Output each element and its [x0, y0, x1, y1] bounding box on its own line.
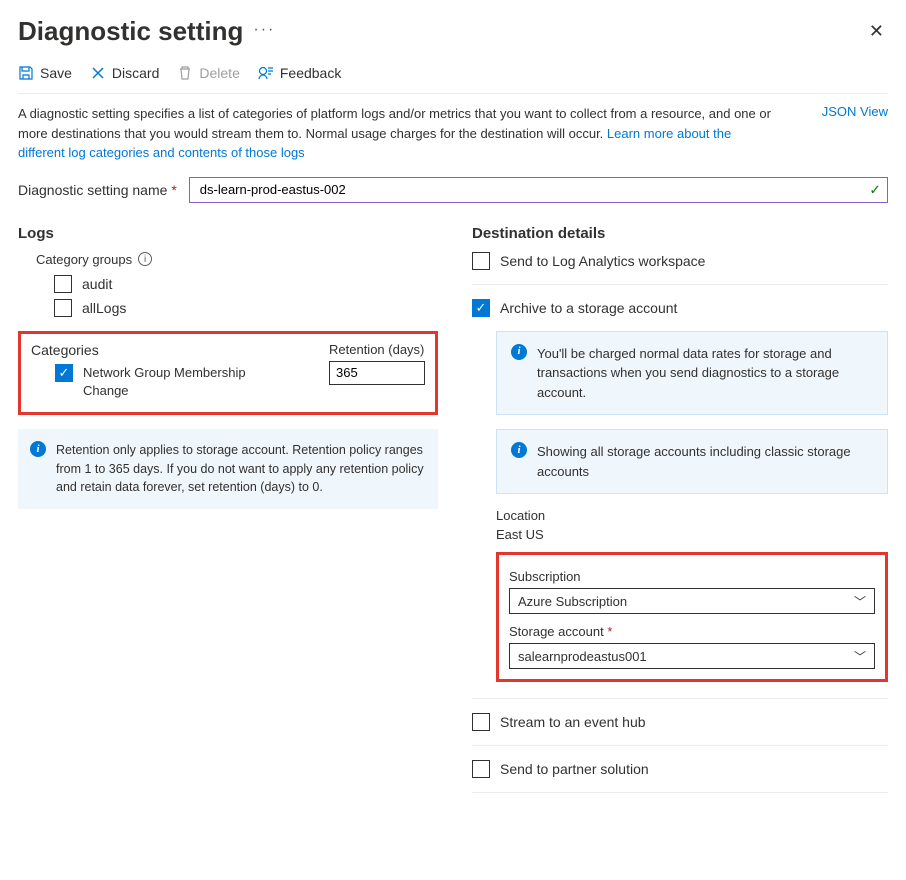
- setting-name-field-wrap: ✓: [189, 177, 888, 203]
- alllogs-label: allLogs: [82, 300, 126, 316]
- stream-eventhub-label: Stream to an event hub: [500, 714, 646, 730]
- logs-heading: Logs: [18, 225, 438, 242]
- feedback-button[interactable]: Feedback: [258, 65, 341, 81]
- location-label: Location: [496, 508, 888, 523]
- archive-storage-row[interactable]: Archive to a storage account: [472, 299, 888, 317]
- archive-storage-label: Archive to a storage account: [500, 300, 677, 316]
- feedback-icon: [258, 65, 274, 81]
- separator: [472, 792, 888, 793]
- discard-label: Discard: [112, 65, 159, 81]
- classic-storage-info: i Showing all storage accounts including…: [496, 429, 888, 494]
- info-badge-icon: i: [511, 344, 527, 360]
- chevron-down-icon: ﹀: [854, 648, 866, 665]
- delete-icon: [177, 65, 193, 81]
- toolbar: Save Discard Delete Feedback: [18, 55, 888, 94]
- storage-charge-text: You'll be charged normal data rates for …: [537, 344, 873, 403]
- feedback-label: Feedback: [280, 65, 341, 81]
- more-actions-icon[interactable]: ···: [253, 21, 275, 43]
- save-label: Save: [40, 65, 72, 81]
- storage-account-label: Storage account *: [509, 624, 875, 639]
- stream-eventhub-row[interactable]: Stream to an event hub: [472, 713, 888, 731]
- alllogs-checkbox[interactable]: [54, 299, 72, 317]
- categories-highlight: Categories Network Group Membership Chan…: [18, 331, 438, 415]
- send-law-row[interactable]: Send to Log Analytics workspace: [472, 252, 888, 270]
- stream-eventhub-checkbox[interactable]: [472, 713, 490, 731]
- send-law-checkbox[interactable]: [472, 252, 490, 270]
- nsg-change-label: Network Group Membership Change: [83, 364, 255, 400]
- json-view-link[interactable]: JSON View: [822, 104, 888, 163]
- info-badge-icon: i: [30, 441, 46, 457]
- send-partner-checkbox[interactable]: [472, 760, 490, 778]
- separator: [472, 284, 888, 285]
- subscription-select[interactable]: Azure Subscription ﹀: [509, 588, 875, 614]
- save-icon: [18, 65, 34, 81]
- retention-info-box: i Retention only applies to storage acco…: [18, 429, 438, 509]
- delete-button: Delete: [177, 65, 239, 81]
- discard-button[interactable]: Discard: [90, 65, 159, 81]
- storage-account-select[interactable]: salearnprodeastus001 ﹀: [509, 643, 875, 669]
- audit-checkbox[interactable]: [54, 275, 72, 293]
- retention-input[interactable]: [329, 361, 425, 385]
- send-partner-label: Send to partner solution: [500, 761, 649, 777]
- retention-info-text: Retention only applies to storage accoun…: [56, 441, 426, 497]
- save-button[interactable]: Save: [18, 65, 72, 81]
- storage-charge-info: i You'll be charged normal data rates fo…: [496, 331, 888, 416]
- location-value: East US: [496, 527, 888, 542]
- subscription-label: Subscription: [509, 569, 875, 584]
- nsg-change-checkbox[interactable]: [55, 364, 73, 382]
- discard-icon: [90, 65, 106, 81]
- info-icon[interactable]: i: [138, 252, 152, 266]
- categories-label: Categories: [31, 342, 255, 358]
- subscription-value: Azure Subscription: [518, 594, 627, 609]
- archive-storage-checkbox[interactable]: [472, 299, 490, 317]
- audit-label: audit: [82, 276, 112, 292]
- send-partner-row[interactable]: Send to partner solution: [472, 760, 888, 778]
- audit-checkbox-row[interactable]: audit: [54, 275, 438, 293]
- storage-account-value: salearnprodeastus001: [518, 649, 647, 664]
- alllogs-checkbox-row[interactable]: allLogs: [54, 299, 438, 317]
- separator: [472, 745, 888, 746]
- page-title: Diagnostic setting: [18, 16, 243, 47]
- category-groups-label: Category groups i: [36, 252, 438, 267]
- retention-label: Retention (days): [329, 342, 425, 357]
- send-law-label: Send to Log Analytics workspace: [500, 253, 705, 269]
- separator: [472, 698, 888, 699]
- description-text: A diagnostic setting specifies a list of…: [18, 104, 778, 163]
- storage-select-highlight: Subscription Azure Subscription ﹀ Storag…: [496, 552, 888, 682]
- valid-check-icon: ✓: [869, 181, 881, 198]
- delete-label: Delete: [199, 65, 239, 81]
- info-badge-icon: i: [511, 442, 527, 458]
- close-button[interactable]: ✕: [865, 17, 888, 46]
- setting-name-label: Diagnostic setting name *: [18, 182, 177, 198]
- chevron-down-icon: ﹀: [854, 593, 866, 610]
- destination-heading: Destination details: [472, 225, 888, 242]
- setting-name-input[interactable]: [198, 181, 859, 198]
- classic-storage-text: Showing all storage accounts including c…: [537, 442, 873, 481]
